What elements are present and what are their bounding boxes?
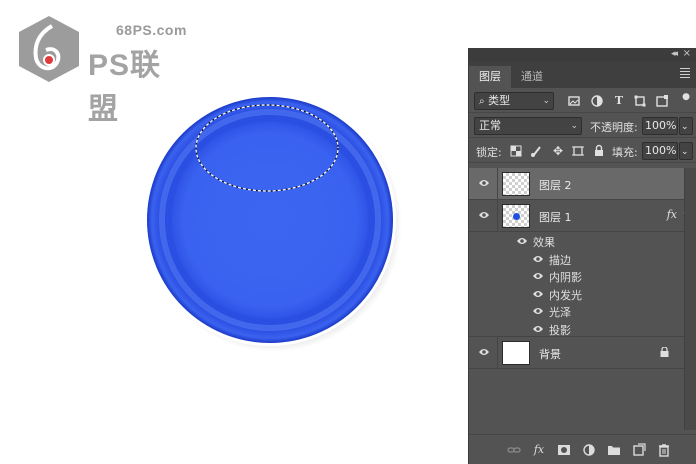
lock-position-icon[interactable]: ✥: [551, 144, 565, 158]
lock-transparent-icon[interactable]: [509, 144, 523, 158]
effect-label: 内发光: [549, 288, 582, 302]
layer-name[interactable]: 背景: [539, 346, 561, 362]
ps-logo-icon: [19, 16, 79, 82]
panel-footer: fx: [469, 434, 696, 464]
effect-label: 光泽: [549, 306, 571, 319]
eye-icon[interactable]: [532, 306, 544, 316]
eye-icon[interactable]: [478, 178, 490, 188]
canvas-artwork: [144, 94, 402, 352]
eye-icon[interactable]: [532, 254, 544, 264]
fill-label: 填充:: [612, 146, 638, 159]
effects-list: 效果 描边 内阴影 内发光 光泽 投影: [469, 232, 685, 337]
effects-group[interactable]: 效果: [469, 232, 685, 250]
opacity-field[interactable]: 100%: [642, 117, 678, 135]
lock-pixels-icon[interactable]: [530, 144, 544, 158]
chevron-down-icon: ⌄: [681, 122, 689, 132]
effect-drop-shadow[interactable]: 投影: [469, 320, 685, 337]
fill-field[interactable]: 100%: [642, 142, 678, 160]
blend-row: 正常 ⌄ 不透明度: 100% ⌄: [469, 113, 696, 138]
eye-icon[interactable]: [478, 210, 490, 220]
layer-row-background[interactable]: 背景: [469, 337, 685, 369]
tab-channels[interactable]: 通道: [511, 66, 553, 88]
lock-label: 锁定:: [476, 146, 502, 159]
trash-icon[interactable]: [657, 443, 671, 457]
eye-icon[interactable]: [532, 289, 544, 299]
filter-row: ⌕ 类型 ⌄ T ●: [469, 88, 696, 113]
fx-icon[interactable]: fx: [532, 443, 546, 457]
layers-scrollbar[interactable]: [684, 168, 696, 430]
lock-all-icon[interactable]: [592, 144, 606, 158]
new-group-icon[interactable]: [607, 443, 621, 457]
filter-toggle-icon[interactable]: ●: [679, 90, 693, 104]
smart-object-filter-icon[interactable]: [655, 94, 669, 108]
eye-icon[interactable]: [532, 324, 544, 334]
lock-icon: [660, 347, 669, 357]
opacity-dropdown[interactable]: ⌄: [679, 117, 693, 135]
eye-icon[interactable]: [532, 271, 544, 281]
effect-inner-shadow[interactable]: 内阴影: [469, 267, 685, 285]
layer-thumbnail: [502, 204, 530, 228]
visibility-column-divider: [497, 337, 498, 368]
adjustment-layer-icon[interactable]: [582, 443, 596, 457]
eye-icon[interactable]: [516, 236, 528, 246]
visibility-column-divider: [497, 168, 498, 199]
effect-label: 内阴影: [549, 271, 582, 284]
layers-panel: ◂◂ × 图层 通道 ⌕ 类型 ⌄ T ● 正常 ⌄ 不透明度: 100% ⌄: [468, 48, 696, 464]
effects-label: 效果: [533, 236, 555, 249]
layer-row-1[interactable]: 图层 1 fx ▾: [469, 200, 687, 232]
layer-kind-filter[interactable]: ⌕ 类型 ⌄: [474, 92, 554, 110]
opacity-label: 不透明度:: [590, 121, 638, 134]
pixel-filter-icon[interactable]: [567, 94, 581, 108]
visibility-column-divider: [497, 200, 498, 231]
chevron-down-icon: ⌄: [570, 121, 578, 131]
layers-list: 图层 2 图层 1 fx ▾ 效果 描边 内阴影: [469, 168, 687, 430]
blue-dot: [513, 213, 520, 220]
link-icon[interactable]: [507, 443, 521, 457]
filter-kind-label: 类型: [488, 94, 511, 107]
layer-row-2[interactable]: 图层 2: [469, 168, 685, 200]
effect-label: 描边: [549, 253, 571, 267]
type-filter-icon[interactable]: T: [612, 94, 626, 108]
search-icon: ⌕: [479, 96, 485, 107]
watermark-url: 68PS.com: [116, 22, 187, 38]
layer-name[interactable]: 图层 1: [539, 209, 572, 225]
lock-row: 锁定: ✥ 填充: 100% ⌄: [469, 138, 696, 163]
panel-tabs: 图层 通道: [469, 62, 696, 88]
layer-thumbnail: [502, 172, 530, 196]
panel-title-bar: ◂◂ ×: [469, 48, 696, 62]
effect-stroke[interactable]: 描边: [469, 250, 685, 268]
shape-filter-icon[interactable]: [633, 94, 647, 108]
close-icon[interactable]: ×: [683, 48, 691, 59]
adjustment-filter-icon[interactable]: [590, 94, 604, 108]
chevron-down-icon: ⌄: [681, 147, 689, 157]
fill-value: 100%: [645, 144, 677, 157]
watermark-logo: 68PS.com PS联盟: [12, 10, 186, 126]
collapse-icon[interactable]: ◂◂: [671, 49, 678, 59]
fx-icon[interactable]: fx: [667, 208, 677, 221]
layer-name[interactable]: 图层 2: [539, 177, 572, 193]
add-mask-icon[interactable]: [557, 443, 571, 457]
tab-layers[interactable]: 图层: [469, 66, 511, 88]
blue-circle: [147, 97, 393, 343]
lock-artboard-icon[interactable]: [571, 144, 585, 158]
effect-inner-glow[interactable]: 内发光: [469, 285, 685, 303]
new-layer-icon[interactable]: [632, 443, 646, 457]
effect-satin[interactable]: 光泽: [469, 302, 685, 320]
effect-label: 投影: [549, 323, 571, 337]
panel-menu-icon[interactable]: [680, 68, 690, 80]
chevron-down-icon: ⌄: [542, 96, 550, 106]
blend-mode-select[interactable]: 正常 ⌄: [474, 117, 582, 135]
eye-icon[interactable]: [478, 347, 490, 357]
fill-dropdown[interactable]: ⌄: [679, 142, 693, 160]
layer-thumbnail: [502, 341, 530, 365]
opacity-value: 100%: [645, 119, 677, 132]
blend-mode-value: 正常: [479, 119, 501, 132]
